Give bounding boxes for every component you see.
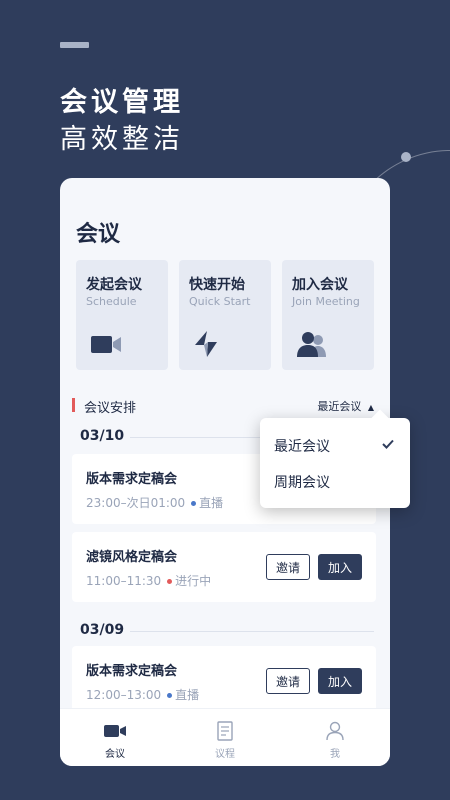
section-accent-bar: [72, 398, 75, 412]
meeting-time: 23:00–次日01:00 直播: [86, 494, 223, 511]
status-dot: [191, 500, 197, 506]
video-camera-icon: [104, 725, 126, 737]
hero-decoration-bar: [60, 42, 89, 48]
user-icon: [326, 721, 344, 741]
users-icon: [297, 332, 326, 357]
hero-title: 会议管理: [60, 87, 184, 118]
join-button[interactable]: 加入: [318, 668, 362, 694]
join-button[interactable]: 加入: [318, 554, 362, 580]
quick-action-subtitle: Schedule: [86, 295, 137, 308]
meeting-item[interactable]: 滤镜风格定稿会 11:00–11:30 进行中 邀请 加入: [72, 532, 376, 602]
quick-action-subtitle: Join Meeting: [292, 295, 360, 308]
meeting-time-range: 11:00–11:30: [86, 574, 162, 588]
section-title: 会议安排: [84, 401, 137, 416]
divider: [130, 631, 374, 632]
page-title: 会议: [76, 222, 121, 247]
checkmark-icon: [382, 439, 394, 449]
hero-subtitle: 高效整洁: [60, 124, 184, 155]
bottom-tab-bar: 会议 议程 我: [60, 708, 390, 766]
tab-label: 我: [330, 749, 340, 760]
meeting-title: 滤镜风格定稿会: [86, 550, 178, 565]
dropdown-option-recurring[interactable]: 周期会议: [274, 472, 330, 492]
meeting-time-range: 12:00–13:00: [86, 688, 162, 702]
caret-up-icon: ▲: [367, 403, 374, 412]
status-dot: [167, 578, 173, 584]
decorative-dot: [401, 152, 411, 162]
document-icon: [217, 721, 233, 741]
status-dot: [167, 692, 173, 698]
meeting-title: 版本需求定稿会: [86, 664, 178, 679]
sort-dropdown-menu: 最近会议 周期会议: [260, 418, 410, 508]
meeting-item[interactable]: 版本需求定稿会 12:00–13:00 直播 邀请 加入: [72, 646, 376, 716]
meeting-time: 12:00–13:00 直播: [86, 686, 199, 703]
tab-label: 议程: [215, 749, 235, 760]
quick-start-button[interactable]: 快速开始 Quick Start: [179, 260, 271, 370]
join-meeting-button[interactable]: 加入会议 Join Meeting: [282, 260, 374, 370]
date-header: 03/09: [80, 622, 125, 638]
tab-agenda[interactable]: 议程: [170, 709, 280, 766]
video-camera-icon: [91, 336, 121, 353]
invite-button[interactable]: 邀请: [266, 668, 310, 694]
dropdown-option-recent[interactable]: 最近会议: [274, 436, 330, 456]
meeting-status: 直播: [175, 688, 200, 702]
tab-me[interactable]: 我: [280, 709, 390, 766]
lightning-icon: [195, 331, 217, 357]
date-header: 03/10: [80, 428, 125, 444]
schedule-meeting-button[interactable]: 发起会议 Schedule: [76, 260, 168, 370]
meeting-status: 直播: [199, 496, 224, 510]
sort-dropdown-trigger[interactable]: 最近会议 ▲: [317, 398, 374, 414]
tab-label: 会议: [105, 749, 125, 760]
quick-action-title: 发起会议: [86, 277, 142, 293]
tab-meetings[interactable]: 会议: [60, 709, 170, 766]
meeting-status: 进行中: [175, 574, 212, 588]
meeting-time: 11:00–11:30 进行中: [86, 572, 211, 589]
quick-action-subtitle: Quick Start: [189, 295, 251, 308]
meeting-time-range: 23:00–次日01:00: [86, 496, 186, 510]
meeting-title: 版本需求定稿会: [86, 472, 178, 487]
invite-button[interactable]: 邀请: [266, 554, 310, 580]
quick-action-title: 加入会议: [292, 277, 348, 293]
sort-label: 最近会议: [317, 400, 362, 413]
quick-action-title: 快速开始: [189, 277, 245, 293]
